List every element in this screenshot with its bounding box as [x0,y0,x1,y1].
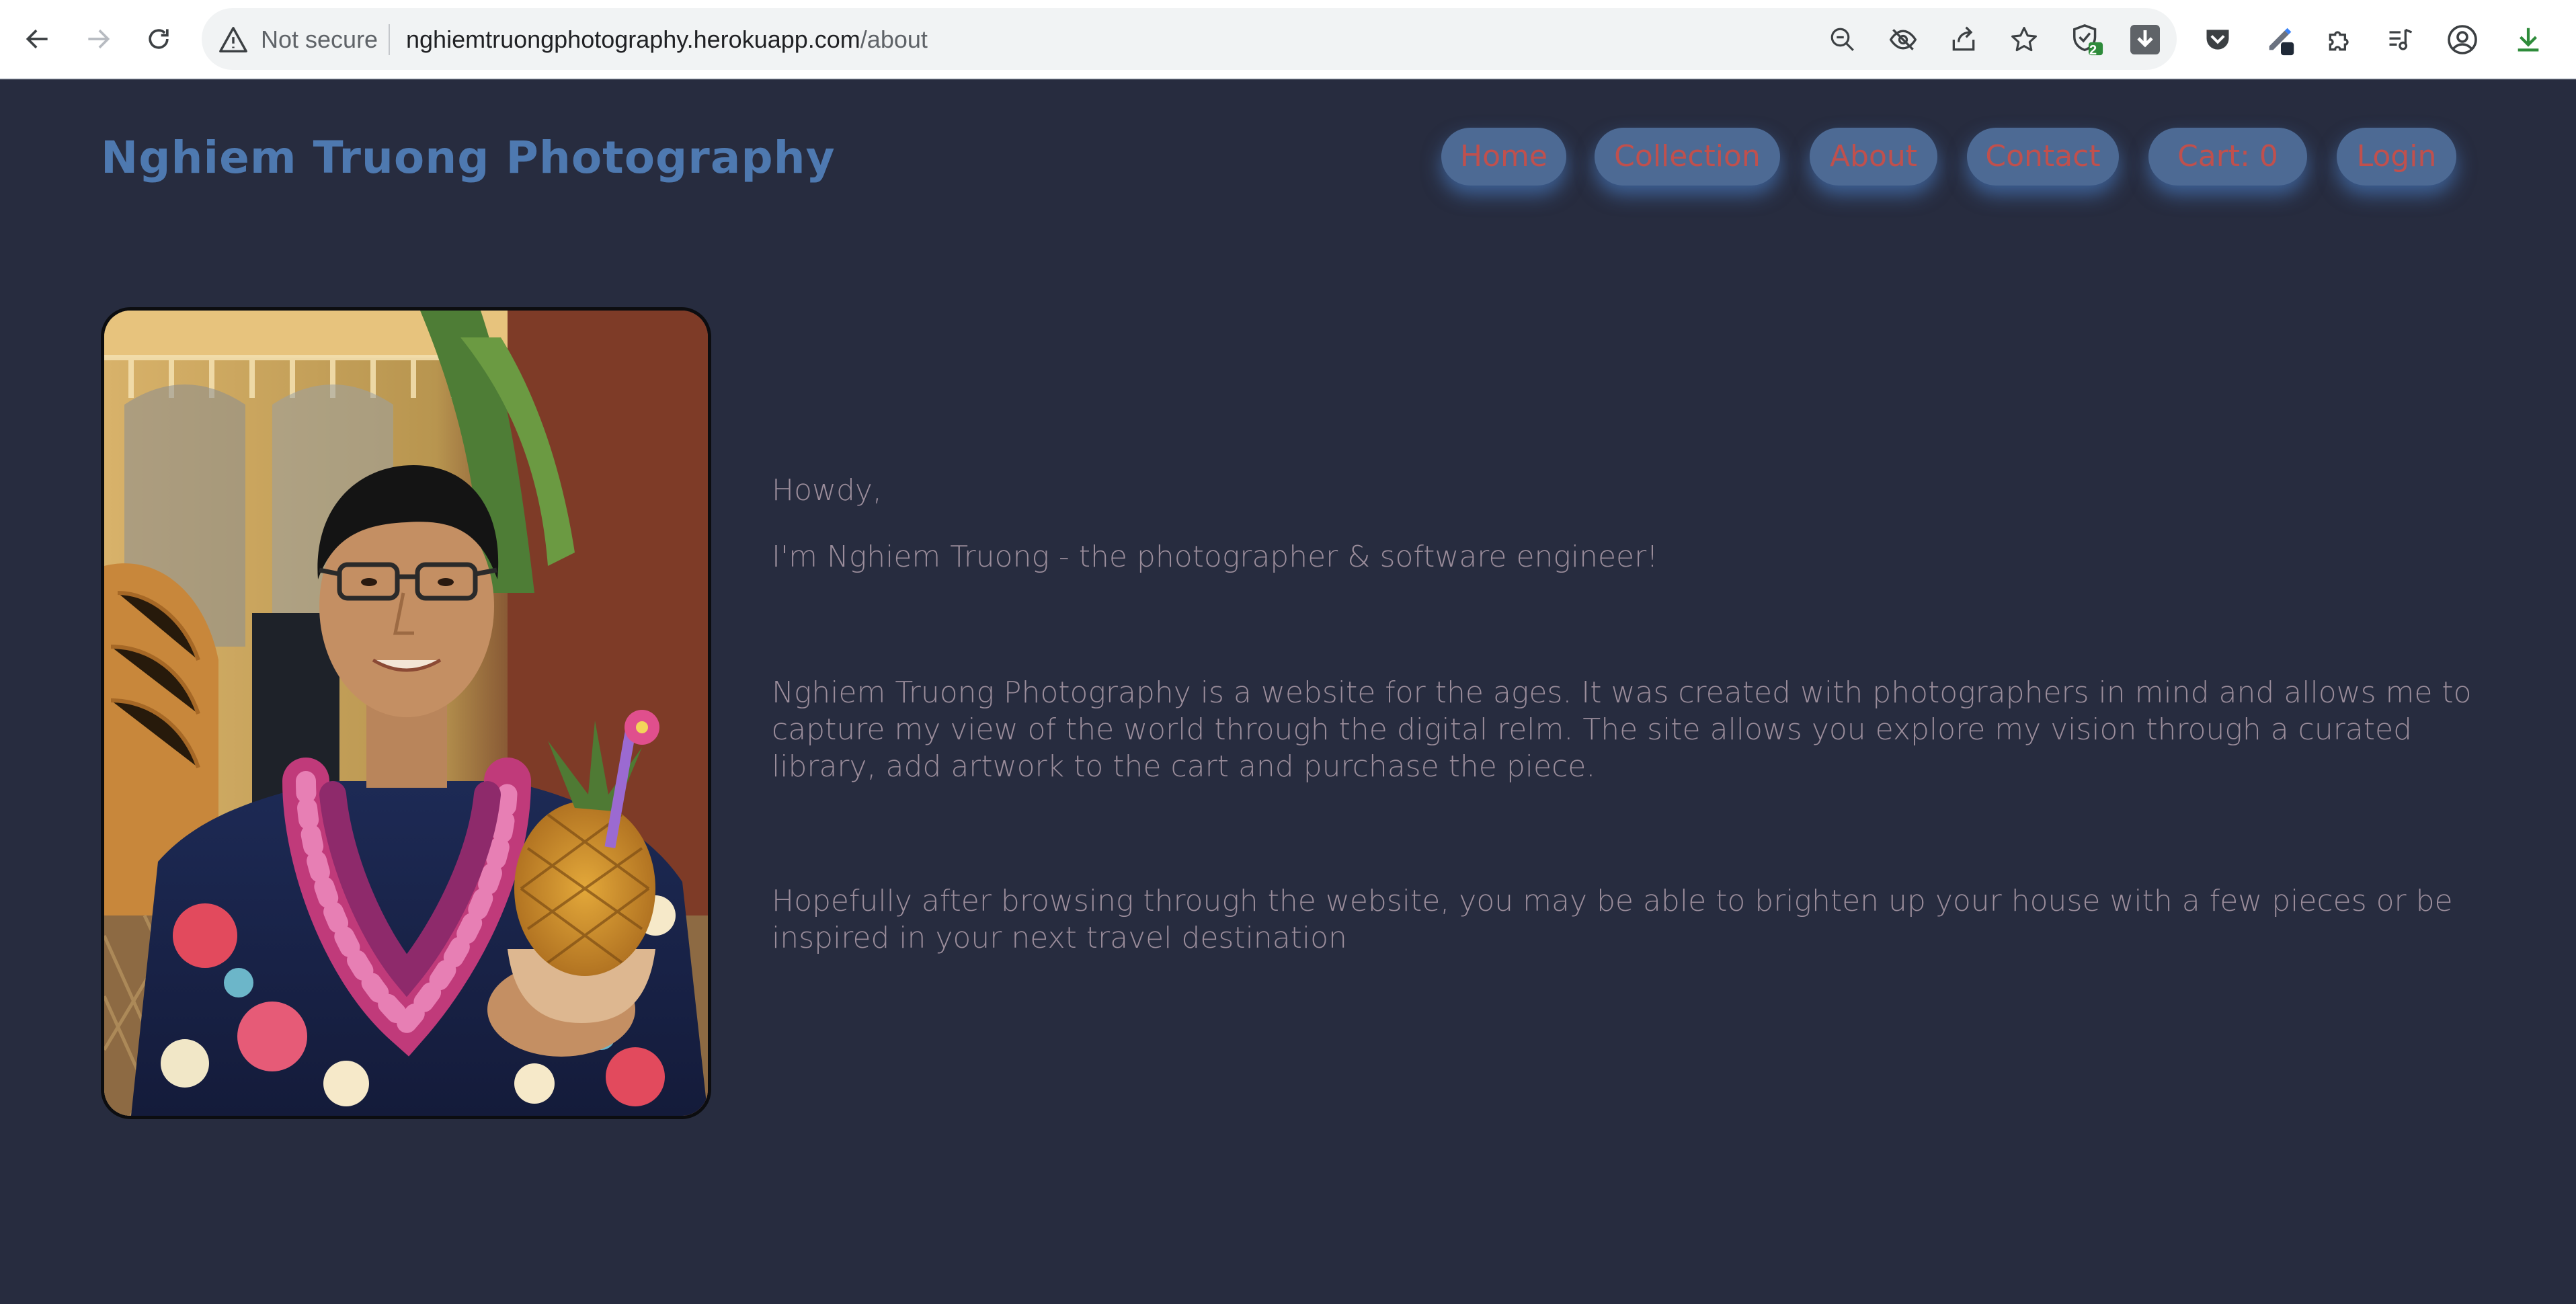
profile-icon[interactable] [2443,20,2482,59]
url-path: /about [860,26,928,53]
security-status[interactable]: Not secure [261,23,378,56]
share-icon[interactable] [1944,20,1983,59]
zoom-out-icon[interactable] [1823,20,1862,59]
nav-login-button[interactable]: Login [2337,128,2456,186]
music-list-icon[interactable] [2381,20,2420,59]
puzzle-icon[interactable] [2321,20,2360,59]
pen-extension-icon[interactable] [2261,20,2300,59]
download-icon[interactable] [2509,20,2548,59]
url-divider [389,24,390,55]
warning-icon[interactable] [216,23,250,56]
forward-arrow-icon[interactable] [75,16,121,62]
site-title[interactable]: Nghiem Truong Photography [101,128,836,188]
nav-contact-button[interactable]: Contact [1967,128,2119,186]
nav-home-button[interactable]: Home [1441,128,1566,186]
download-arrow-icon[interactable] [2126,20,2165,59]
pocket-icon[interactable] [2198,20,2237,59]
url-text[interactable]: nghiemtruongphotography.herokuapp.com/ab… [406,23,928,56]
eye-off-icon[interactable] [1884,20,1923,59]
intro-text: I'm Nghiem Truong - the photographer & s… [772,540,1658,574]
url-host: nghiemtruongphotography.herokuapp.com [406,26,860,53]
shield-badge: 2 [2089,43,2097,58]
nav-collection-button[interactable]: Collection [1595,128,1780,186]
portrait-photo [101,307,711,1119]
nav-about-button[interactable]: About [1810,128,1937,186]
about-paragraph-2: Hopefully after browsing through the web… [772,884,2453,955]
browser-toolbar: Not secure nghiemtruongphotography.herok… [0,0,2576,79]
nav-cart-button[interactable]: Cart: 0 [2148,128,2307,186]
star-icon[interactable] [2005,20,2044,59]
shield-check-icon[interactable]: 2 [2068,20,2107,59]
about-paragraph-1: Nghiem Truong Photography is a website f… [772,676,2472,784]
greeting-text: Howdy, [772,473,882,507]
reload-icon[interactable] [136,16,182,62]
back-arrow-icon[interactable] [15,16,61,62]
